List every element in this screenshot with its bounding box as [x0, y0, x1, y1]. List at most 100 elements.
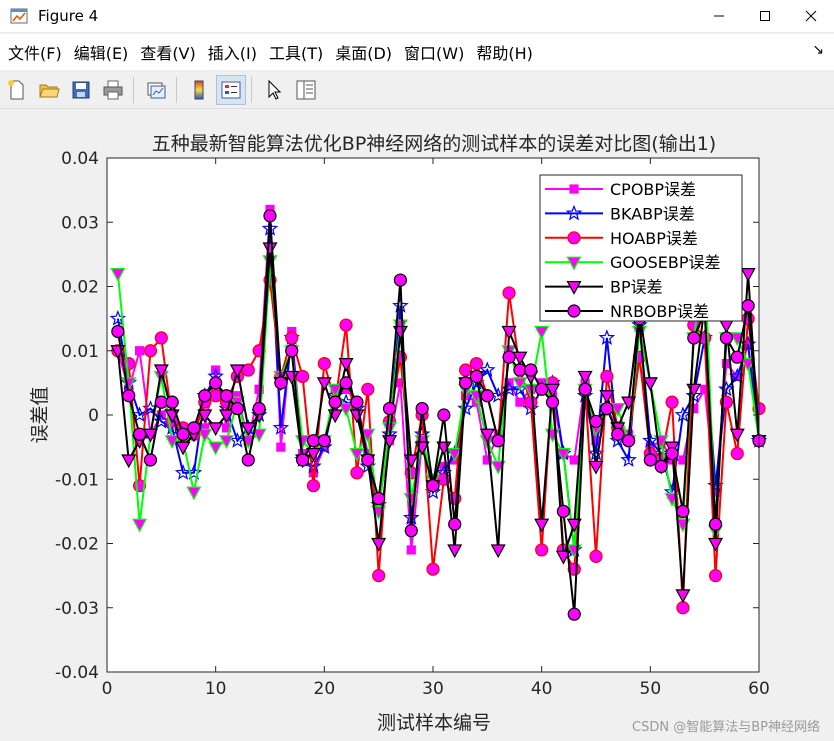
- legend-label: GOOSEBP误差: [610, 253, 720, 272]
- menu-edit[interactable]: 编辑(E): [66, 40, 129, 64]
- data-point: [241, 453, 255, 467]
- data-point: [263, 209, 277, 223]
- data-point: [502, 286, 516, 300]
- menu-help[interactable]: 帮助(H): [468, 40, 533, 64]
- data-point: [643, 453, 657, 467]
- data-point: [154, 331, 168, 345]
- save-button[interactable]: [66, 75, 96, 105]
- dock-arrow-icon[interactable]: ↘: [812, 42, 824, 58]
- matlab-figure-icon: [10, 8, 28, 24]
- data-point: [187, 421, 201, 435]
- data-point: [276, 442, 286, 452]
- print-button[interactable]: [98, 75, 128, 105]
- error-comparison-chart[interactable]: 五种最新智能算法优化BP神经网络的测试样本的误差对比图(输出1) 0 10 20 30…: [0, 109, 834, 741]
- x-tick-label: 0: [102, 679, 113, 699]
- data-point: [285, 331, 299, 345]
- data-point: [372, 491, 386, 506]
- data-point: [219, 389, 234, 403]
- open-file-button[interactable]: [34, 75, 64, 105]
- y-tick-label: 0.03: [61, 213, 99, 233]
- window-titlebar: Figure 4: [0, 0, 834, 32]
- menu-insert[interactable]: 插入(I): [200, 40, 257, 64]
- close-icon: [805, 10, 817, 22]
- new-figure-button[interactable]: [2, 75, 32, 105]
- figure-toolbar: [0, 72, 834, 109]
- data-point: [328, 395, 342, 409]
- y-tick-label: -0.01: [55, 470, 99, 490]
- data-point: [382, 401, 397, 416]
- property-inspector-button[interactable]: [291, 75, 321, 105]
- data-point: [567, 607, 581, 621]
- data-point: [317, 357, 331, 371]
- data-point: [589, 549, 603, 563]
- legend-button[interactable]: [216, 75, 246, 105]
- data-point: [600, 401, 614, 416]
- menu-desktop[interactable]: 桌面(D): [327, 40, 392, 64]
- legend-label: NRBOBP误差: [610, 302, 709, 321]
- data-point: [589, 414, 603, 429]
- y-tick-label: 0: [88, 406, 99, 426]
- data-point: [143, 453, 158, 467]
- y-tick-label: -0.04: [55, 663, 99, 683]
- colorbar-button[interactable]: [184, 75, 214, 105]
- menu-view[interactable]: 查看(V): [132, 40, 195, 64]
- minimize-button[interactable]: [696, 0, 742, 32]
- data-point: [513, 363, 527, 377]
- data-point: [524, 363, 538, 377]
- data-point: [306, 434, 321, 448]
- pointer-icon: [268, 79, 282, 100]
- data-point: [515, 397, 525, 407]
- data-point: [372, 569, 386, 583]
- data-point: [209, 389, 223, 403]
- data-point: [406, 545, 416, 555]
- data-point: [578, 382, 592, 396]
- legend-icon: [221, 81, 241, 99]
- maximize-button[interactable]: [742, 0, 788, 32]
- data-point: [730, 350, 744, 364]
- data-point: [676, 504, 690, 518]
- data-point: [111, 324, 125, 339]
- data-point: [209, 376, 223, 390]
- data-point: [556, 504, 571, 518]
- data-point: [741, 299, 755, 313]
- link-plot-button[interactable]: [141, 75, 171, 105]
- y-tick-label: 0.01: [61, 342, 99, 362]
- data-point: [611, 427, 625, 441]
- edit-plot-button[interactable]: [259, 75, 289, 105]
- maximize-icon: [760, 11, 770, 21]
- legend-label: CPOBP误差: [610, 180, 696, 199]
- new-figure-icon: [8, 80, 24, 100]
- data-point: [569, 455, 579, 465]
- legend-marker: [567, 231, 581, 245]
- menu-tools[interactable]: 工具(T): [261, 40, 323, 64]
- menu-bar: 文件(F) 编辑(E) 查看(V) 插入(I) 工具(T) 桌面(D) 窗口(W…: [0, 34, 834, 70]
- x-axis-label: 测试样本编号: [377, 712, 491, 734]
- data-point: [719, 331, 734, 345]
- data-point: [154, 395, 168, 409]
- data-point: [296, 453, 310, 467]
- legend[interactable]: CPOBP误差 BKABP误差 HOABP误差 GOOSEBP误差 BP误差 NRBOBP…: [539, 174, 743, 322]
- x-tick-label: 40: [531, 679, 553, 699]
- x-tick-label: 50: [640, 679, 662, 699]
- data-point: [459, 363, 473, 377]
- print-icon: [103, 80, 123, 100]
- data-point: [230, 401, 244, 416]
- property-inspector-icon: [296, 80, 316, 100]
- menu-window[interactable]: 窗口(W): [396, 40, 464, 64]
- toolbar-separator: [176, 77, 177, 103]
- legend-label: BP误差: [610, 278, 663, 297]
- data-point: [665, 446, 679, 461]
- menu-file[interactable]: 文件(F): [0, 40, 62, 64]
- y-axis-label: 误差值: [29, 386, 51, 443]
- y-tick-label: -0.02: [55, 535, 99, 555]
- data-point: [317, 434, 331, 448]
- data-point: [730, 446, 744, 461]
- x-tick-label: 30: [422, 679, 444, 699]
- x-tick-label: 10: [205, 679, 227, 699]
- data-point: [480, 389, 494, 403]
- data-point: [350, 395, 364, 409]
- data-point: [122, 389, 136, 403]
- close-button[interactable]: [788, 0, 834, 32]
- data-point: [665, 395, 679, 409]
- toolbar-separator: [133, 77, 134, 103]
